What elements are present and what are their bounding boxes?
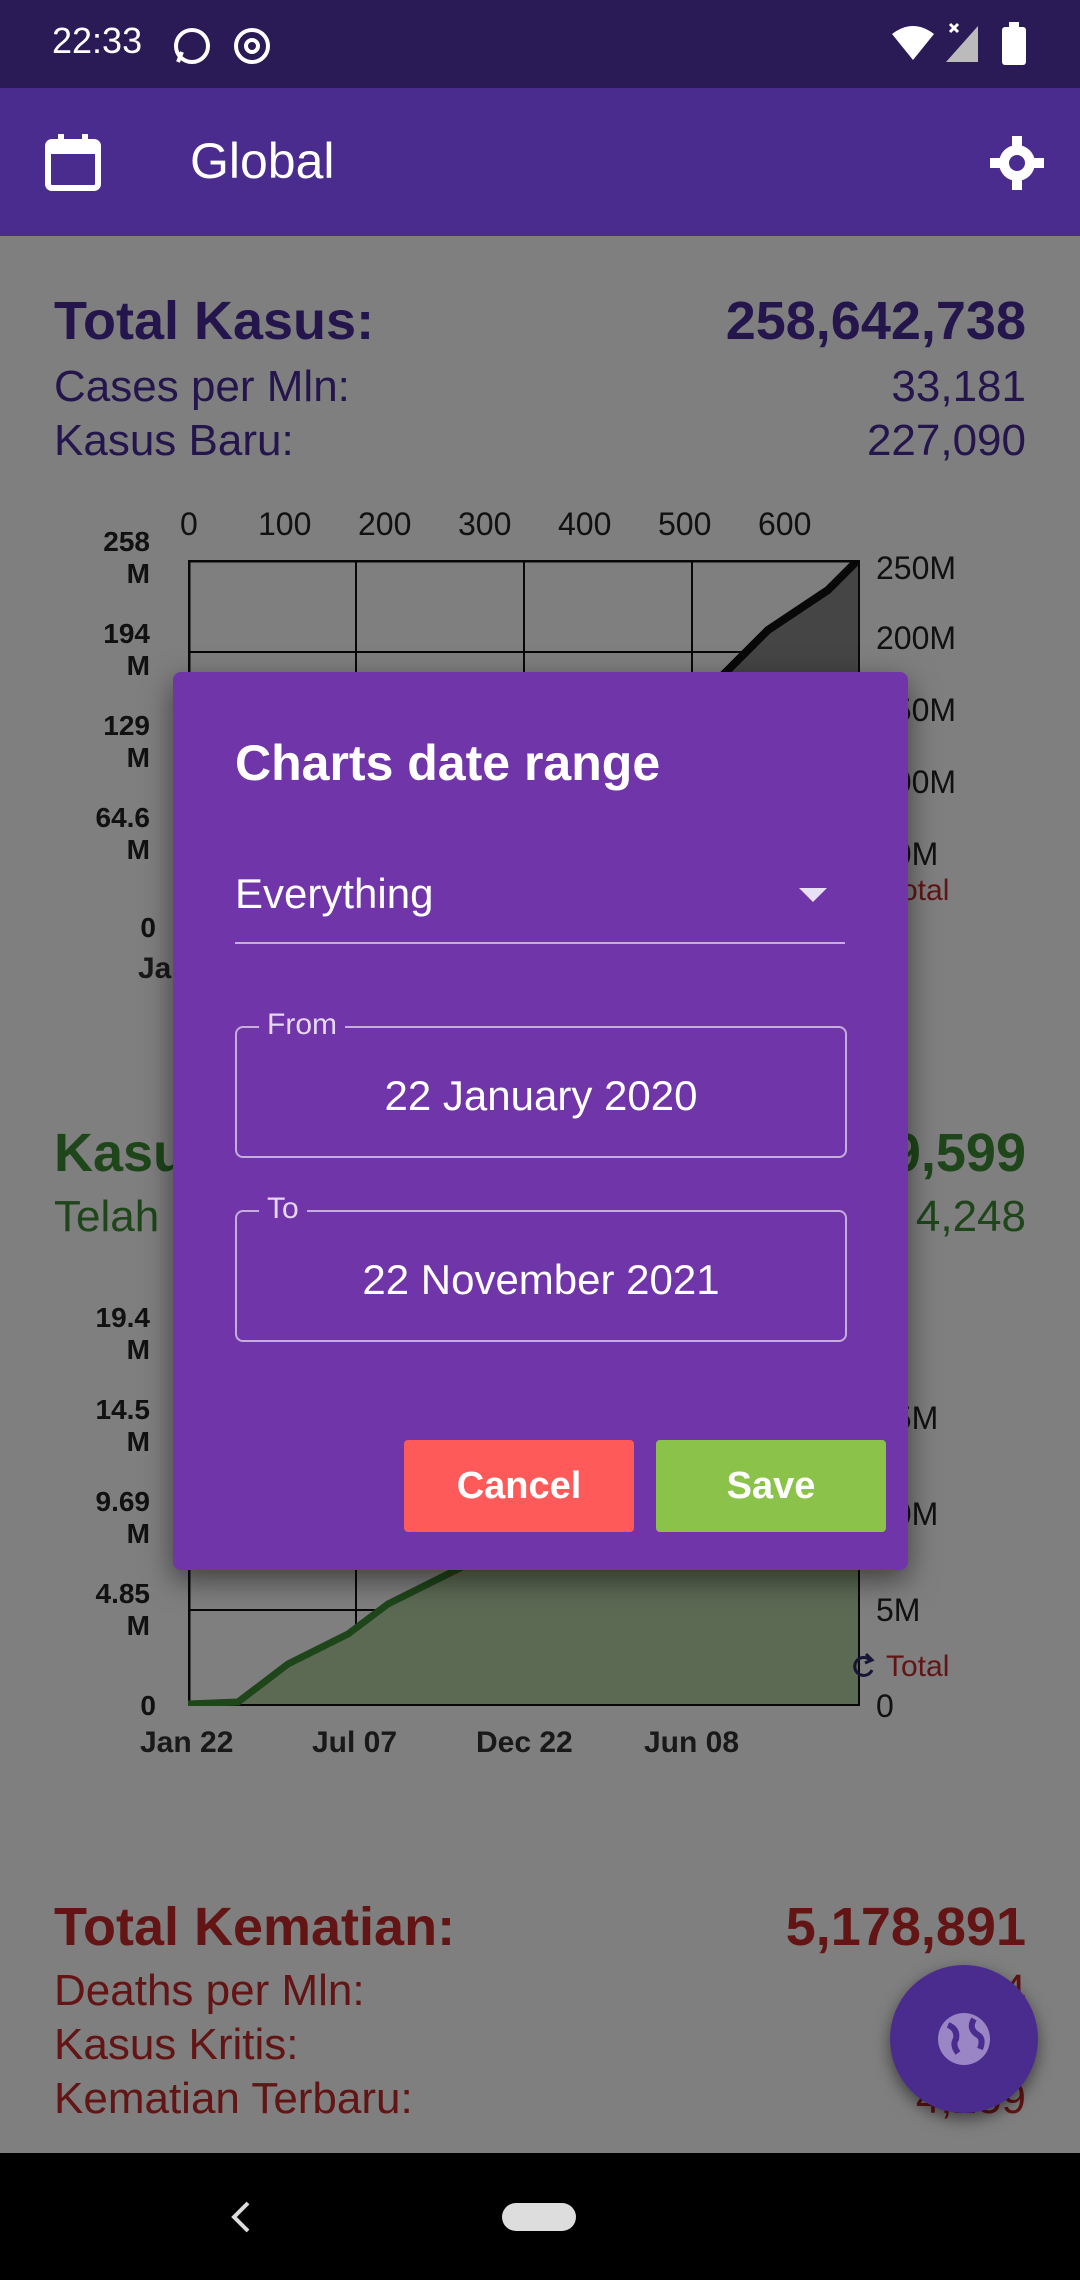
status-bar: 22:33 xyxy=(0,0,1080,88)
settings-gear-icon[interactable] xyxy=(990,136,1044,190)
app-title: Global xyxy=(190,133,335,189)
save-button[interactable]: Save xyxy=(656,1440,886,1532)
globe-icon xyxy=(938,2013,990,2065)
date-range-dialog: Charts date range Everything From 22 Jan… xyxy=(173,672,908,1570)
dialog-title: Charts date range xyxy=(235,735,661,791)
status-time: 22:33 xyxy=(52,20,143,61)
from-date-field[interactable]: From 22 January 2020 xyxy=(235,1008,847,1158)
cancel-button[interactable]: Cancel xyxy=(404,1440,634,1532)
from-label: From xyxy=(259,1008,345,1042)
to-label: To xyxy=(259,1192,307,1226)
calendar-icon[interactable] xyxy=(44,132,102,192)
whatsapp-icon xyxy=(174,28,210,64)
to-date-value: 22 November 2021 xyxy=(362,1256,720,1303)
wifi-icon xyxy=(892,26,934,60)
to-date-field[interactable]: To 22 November 2021 xyxy=(235,1192,847,1342)
from-date-value: 22 January 2020 xyxy=(384,1072,698,1119)
date-range-selected: Everything xyxy=(235,870,434,917)
app-bar: Global xyxy=(0,88,1080,236)
date-range-dropdown[interactable]: Everything xyxy=(235,860,845,944)
back-icon[interactable] xyxy=(226,2197,256,2237)
dropdown-arrow-icon xyxy=(799,888,827,902)
home-pill[interactable] xyxy=(502,2203,576,2231)
globe-fab[interactable] xyxy=(890,1965,1038,2113)
battery-icon xyxy=(1002,22,1026,65)
cellular-signal-icon xyxy=(946,22,978,62)
app-notification-icon xyxy=(234,28,270,64)
navigation-bar xyxy=(0,2153,1080,2280)
